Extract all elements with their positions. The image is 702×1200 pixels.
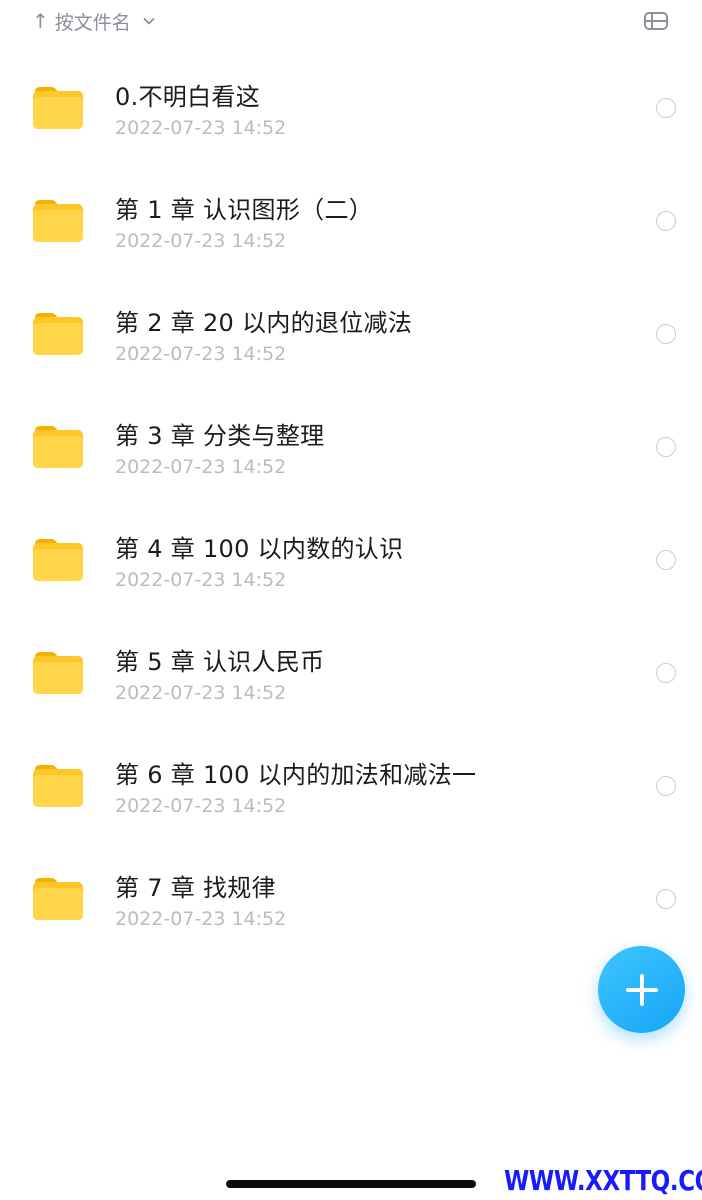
- select-checkbox[interactable]: [656, 776, 676, 796]
- folder-icon: [33, 426, 83, 468]
- folder-row[interactable]: 第 7 章 找规律 2022-07-23 14:52: [0, 842, 702, 955]
- select-checkbox[interactable]: [656, 889, 676, 909]
- folder-date: 2022-07-23 14:52: [115, 795, 287, 817]
- folder-name: 第 3 章 分类与整理: [115, 422, 325, 450]
- watermark-text: WWW.XXTTQ.COM: [504, 1164, 702, 1197]
- folder-date: 2022-07-23 14:52: [115, 456, 287, 478]
- folder-row[interactable]: 第 2 章 20 以内的退位减法 2022-07-23 14:52: [0, 277, 702, 390]
- file-browser-page: ↑ 按文件名 0.不明白看这 2022-07-23 14:52 第 1 章 认识…: [0, 0, 702, 1200]
- home-indicator[interactable]: [226, 1180, 476, 1188]
- plus-icon: [625, 973, 658, 1006]
- folder-list: 0.不明白看这 2022-07-23 14:52 第 1 章 认识图形（二） 2…: [0, 51, 702, 955]
- folder-date: 2022-07-23 14:52: [115, 682, 287, 704]
- view-toggle-button[interactable]: [642, 8, 670, 34]
- folder-name: 第 6 章 100 以内的加法和减法一: [115, 761, 477, 789]
- select-checkbox[interactable]: [656, 437, 676, 457]
- folder-icon: [33, 652, 83, 694]
- folder-date: 2022-07-23 14:52: [115, 230, 287, 252]
- folder-row[interactable]: 第 5 章 认识人民币 2022-07-23 14:52: [0, 616, 702, 729]
- folder-row[interactable]: 第 6 章 100 以内的加法和减法一 2022-07-23 14:52: [0, 729, 702, 842]
- select-checkbox[interactable]: [656, 211, 676, 231]
- folder-date: 2022-07-23 14:52: [115, 343, 287, 365]
- select-checkbox[interactable]: [656, 324, 676, 344]
- sort-label: 按文件名: [54, 11, 131, 34]
- folder-row[interactable]: 第 1 章 认识图形（二） 2022-07-23 14:52: [0, 164, 702, 277]
- folder-date: 2022-07-23 14:52: [115, 117, 287, 139]
- folder-icon: [33, 313, 83, 355]
- folder-icon: [33, 200, 83, 242]
- folder-name: 第 1 章 认识图形（二）: [115, 196, 374, 224]
- folder-name: 0.不明白看这: [115, 83, 260, 111]
- add-button[interactable]: [598, 946, 685, 1033]
- folder-name: 第 7 章 找规律: [115, 874, 276, 902]
- folder-date: 2022-07-23 14:52: [115, 569, 287, 591]
- list-view-icon: [644, 12, 668, 30]
- folder-name: 第 2 章 20 以内的退位减法: [115, 309, 413, 337]
- folder-icon: [33, 765, 83, 807]
- folder-icon: [33, 539, 83, 581]
- select-checkbox[interactable]: [656, 98, 676, 118]
- folder-icon: [33, 878, 83, 920]
- folder-row[interactable]: 第 3 章 分类与整理 2022-07-23 14:52: [0, 390, 702, 503]
- folder-date: 2022-07-23 14:52: [115, 908, 287, 930]
- sort-direction-icon: ↑: [32, 9, 49, 33]
- chevron-down-icon: [143, 18, 155, 25]
- select-checkbox[interactable]: [656, 663, 676, 683]
- folder-name: 第 5 章 认识人民币: [115, 648, 325, 676]
- select-checkbox[interactable]: [656, 550, 676, 570]
- folder-name: 第 4 章 100 以内数的认识: [115, 535, 404, 563]
- folder-icon: [33, 87, 83, 129]
- folder-row[interactable]: 0.不明白看这 2022-07-23 14:52: [0, 51, 702, 164]
- sort-by-name-control[interactable]: ↑ 按文件名: [32, 6, 157, 36]
- folder-row[interactable]: 第 4 章 100 以内数的认识 2022-07-23 14:52: [0, 503, 702, 616]
